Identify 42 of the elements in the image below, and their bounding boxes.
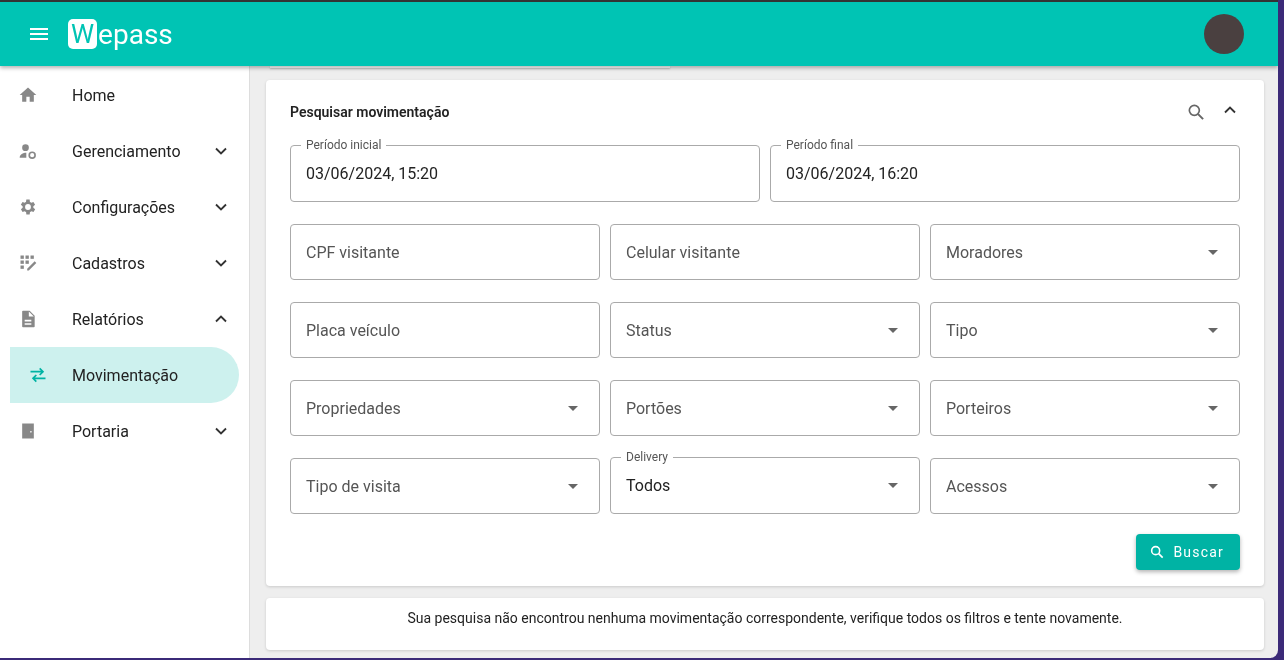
swap-arrows-icon <box>28 365 48 385</box>
sidebar-item[interactable]: Configurações <box>0 179 249 235</box>
dropdown-arrow-icon <box>1208 327 1218 333</box>
dropdown-arrow-icon <box>888 405 898 411</box>
dropdown-arrow-icon <box>1208 249 1218 255</box>
sidebar-item[interactable]: Relatórios <box>0 291 249 347</box>
dropdown-arrow-icon <box>568 405 578 411</box>
sidebar-item[interactable]: Home <box>0 67 249 123</box>
dropdown-arrow-icon <box>1208 483 1218 489</box>
select-field[interactable]: Tipo de visita <box>290 458 600 514</box>
select-field[interactable]: Delivery Todos <box>610 450 920 514</box>
gear-icon <box>18 197 38 217</box>
input-field[interactable]: CPF visitante <box>290 224 600 280</box>
grid-pen-icon <box>18 253 38 273</box>
search-icon[interactable] <box>1186 102 1206 122</box>
search-icon <box>1149 544 1166 560</box>
home-icon <box>18 85 38 105</box>
select-field[interactable]: Status <box>610 302 920 358</box>
date-field[interactable]: Período final 03/06/2024, 16:20 <box>770 138 1240 202</box>
select-field[interactable]: Portões <box>610 380 920 436</box>
input-field[interactable]: Celular visitante <box>610 224 920 280</box>
empty-result-message: Sua pesquisa não encontrou nenhuma movimentação correspondente, verifique todos os filtros e tente novamente. <box>407 610 1123 628</box>
logo-letter: W <box>68 19 98 49</box>
avatar-placeholder[interactable] <box>1204 14 1244 54</box>
dropdown-arrow-icon <box>1208 405 1218 411</box>
dropdown-arrow-icon <box>888 482 898 488</box>
date-field[interactable]: Período inicial 03/06/2024, 15:20 <box>290 138 760 202</box>
select-field[interactable]: Moradores <box>930 224 1240 280</box>
dropdown-arrow-icon <box>568 483 578 489</box>
select-field[interactable]: Acessos <box>930 458 1240 514</box>
sidebar-item[interactable]: Cadastros <box>0 235 249 291</box>
select-field[interactable]: Porteiros <box>930 380 1240 436</box>
sidebar-item[interactable]: Portaria <box>0 403 249 459</box>
select-field[interactable]: Tipo <box>930 302 1240 358</box>
card-title: Pesquisar movimentação <box>290 104 451 120</box>
dropdown-arrow-icon <box>888 327 898 333</box>
sidebar-subitem[interactable]: Movimentação <box>10 347 239 403</box>
logo-text: epass <box>98 17 173 51</box>
user-gear-icon <box>18 141 38 161</box>
select-field[interactable]: Propriedades <box>290 380 600 436</box>
input-field[interactable]: Placa veículo <box>290 302 600 358</box>
sidebar-item[interactable]: Gerenciamento <box>0 123 249 179</box>
